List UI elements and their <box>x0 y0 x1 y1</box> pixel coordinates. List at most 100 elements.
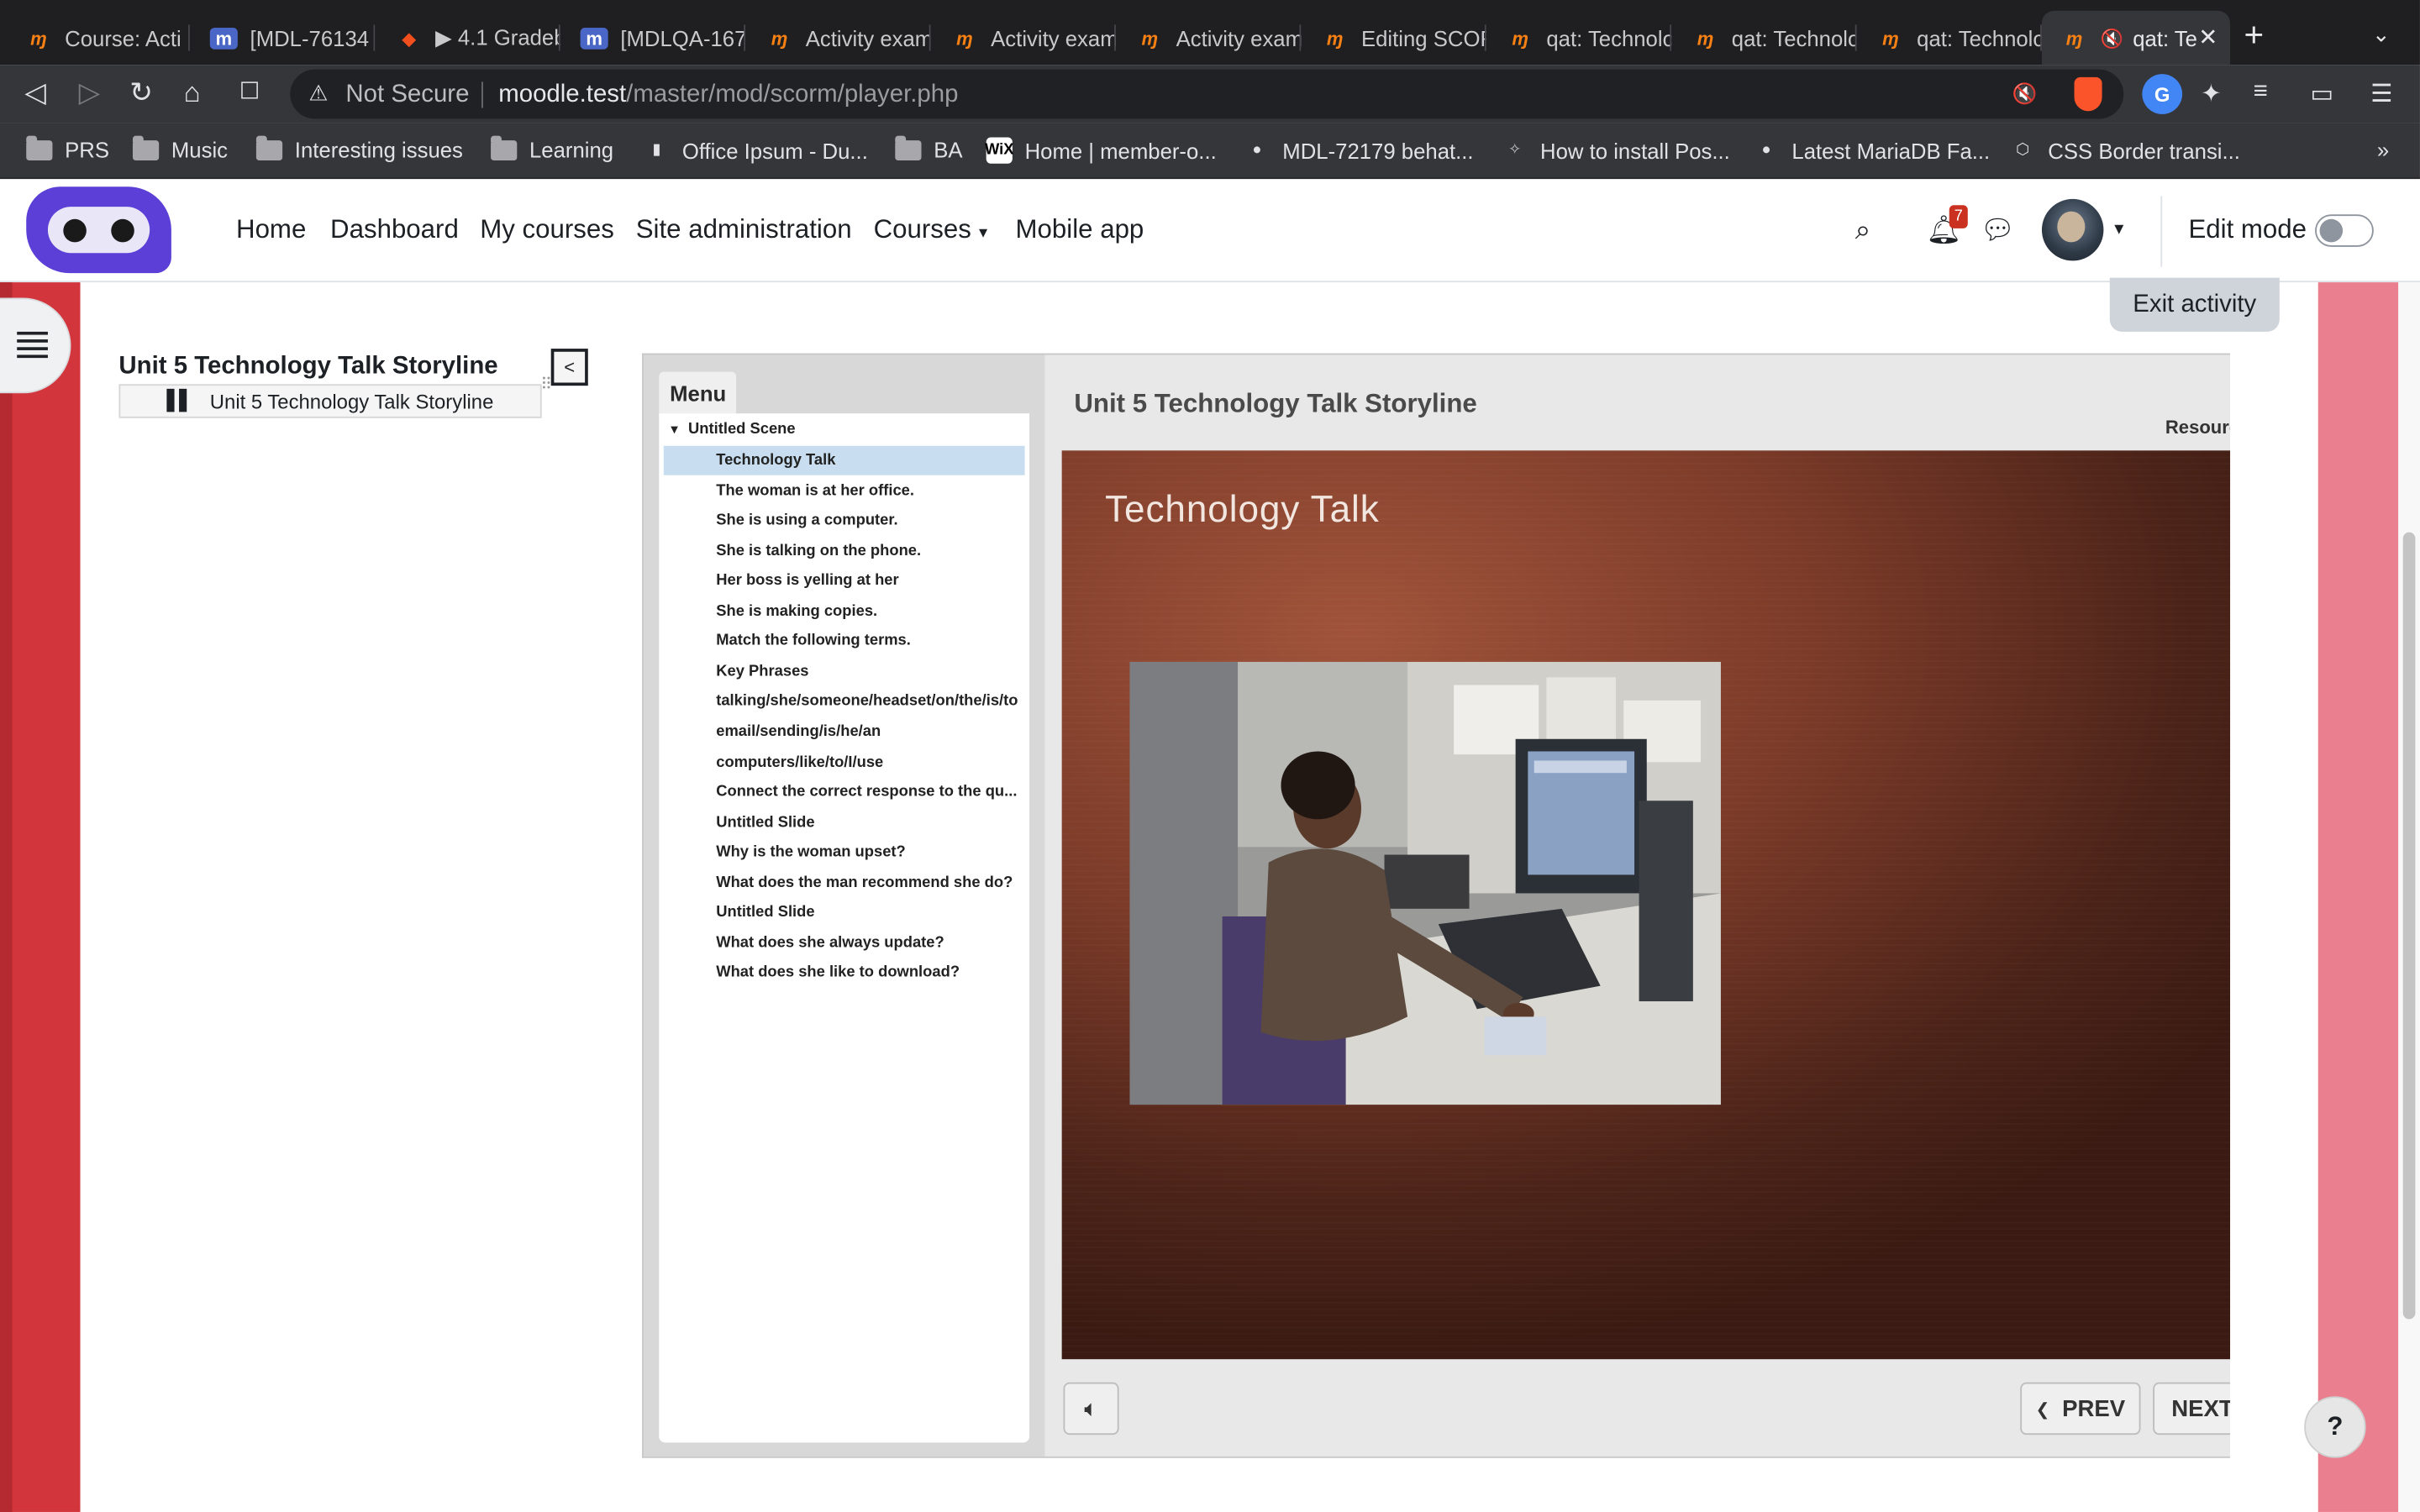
address-bar[interactable]: ⚠ Not Secure moodle.test/master/mod/scor… <box>290 69 2124 119</box>
search-icon[interactable]: ⌕ <box>1855 214 1871 247</box>
close-tab-icon[interactable]: ✕ <box>2198 24 2217 50</box>
browser-tab[interactable]: m [MDLQA-167 <box>562 11 746 65</box>
security-label[interactable]: Not Secure <box>345 81 469 109</box>
toc-collapse-button[interactable]: < <box>550 349 588 386</box>
slide-menu-item[interactable]: The woman is at her office. <box>664 476 1025 506</box>
bookmark-item[interactable]: ▮ Office Ipsum - Du... <box>644 137 867 163</box>
office-icon: ▮ <box>652 141 661 160</box>
tab-separator <box>373 24 376 51</box>
tab-search-chevron-icon[interactable]: ⌄ <box>2372 22 2391 48</box>
slide-menu-item[interactable]: Untitled Slide <box>664 898 1025 927</box>
bookmark-item[interactable]: ● Latest MariaDB Fa... <box>1753 137 1991 163</box>
browser-tab[interactable]: m [MDL-76134 <box>192 11 376 65</box>
scene-header[interactable]: ▼ Untitled Scene <box>668 421 795 438</box>
browser-tab[interactable]: ɱ Course: Acti <box>6 11 190 65</box>
bookmark-item[interactable]: ✧ How to install Pos... <box>1502 137 1730 163</box>
slide-menu-item[interactable]: Connect the correct response to the qu..… <box>664 778 1025 807</box>
nav-my-courses[interactable]: My courses <box>480 214 614 245</box>
browser-tab[interactable]: ɱ qat: Technolo <box>1858 11 2042 65</box>
browser-tab-label: Course: Acti <box>65 25 182 50</box>
slide-menu-item[interactable]: What does she always update? <box>664 928 1025 958</box>
chevron-left-icon: ❮ <box>2035 1399 2050 1419</box>
slide-menu-item[interactable]: talking/she/someone/headset/on/the/is/to <box>664 687 1025 717</box>
nav-site-administration[interactable]: Site administration <box>636 214 852 245</box>
browser-tab[interactable]: ɱ 🔇 qat: Te ✕ <box>2041 10 2231 66</box>
address-divider <box>481 81 483 108</box>
slide-menu-item[interactable]: Untitled Slide <box>664 808 1025 837</box>
toc-item[interactable]: Unit 5 Technology Talk Storyline <box>118 384 542 418</box>
site-logo[interactable] <box>26 186 171 274</box>
forward-icon[interactable]: ▷ <box>79 77 100 108</box>
tab-separator <box>744 24 746 51</box>
site-muted-icon[interactable]: 🔇 <box>2012 81 2038 106</box>
tracker-favicon-icon: m <box>580 27 608 49</box>
google-translate-icon[interactable]: G <box>2142 74 2183 114</box>
resize-grip-icon[interactable] <box>542 375 551 390</box>
wallet-icon[interactable]: ▭ <box>2311 79 2334 110</box>
browser-tab[interactable]: ◆ ▶ 4.1 Gradeb <box>376 11 560 65</box>
brave-shield-icon[interactable] <box>2074 76 2102 112</box>
help-button[interactable]: ? <box>2304 1396 2366 1458</box>
slide-menu-item[interactable]: Why is the woman upset? <box>664 838 1025 868</box>
browser-tab[interactable]: ɱ qat: Technolo <box>1673 11 1857 65</box>
messages-icon[interactable]: 💬︎ <box>1980 214 2015 247</box>
slide-menu-item[interactable]: Match the following terms. <box>664 627 1025 656</box>
browser-tab[interactable]: ɱ Activity exam <box>1118 11 1302 65</box>
nav-dashboard[interactable]: Dashboard <box>330 214 459 245</box>
office-photo <box>1129 661 1721 1105</box>
slide-menu-item[interactable]: She is using a computer. <box>664 507 1025 536</box>
slide-canvas[interactable]: Technology Talk <box>1061 450 2231 1360</box>
next-button[interactable]: NEXT <box>2153 1382 2231 1436</box>
prev-button[interactable]: ❮ PREV <box>2020 1382 2141 1436</box>
nav-courses[interactable]: Courses ▾ <box>874 214 988 245</box>
slide-menu-item[interactable]: She is talking on the phone. <box>664 537 1025 566</box>
list-icon <box>17 331 48 359</box>
moodle-favicon-icon: ɱ <box>30 27 47 49</box>
bookmark-item[interactable]: Interesting issues <box>255 134 463 162</box>
media-controls-icon[interactable]: ≡ <box>2254 79 2268 107</box>
bookmark-item[interactable]: WiX Home | member-o... <box>985 137 1217 164</box>
slide-menu-item[interactable]: Key Phrases <box>664 657 1025 686</box>
back-icon[interactable]: ◁ <box>24 77 45 108</box>
new-tab-button[interactable]: + <box>2244 18 2265 52</box>
menu-icon[interactable]: ☰ <box>2370 79 2392 110</box>
bookmark-item[interactable]: Music <box>132 134 228 162</box>
tab-muted-icon[interactable]: 🔇 <box>2101 27 2123 49</box>
bookmark-item[interactable]: ⬡ CSS Border transi... <box>2009 137 2240 163</box>
slide-menu-item[interactable]: computers/like/to/I/use <box>664 748 1025 777</box>
bookmark-icon[interactable]: ☐ <box>239 77 260 108</box>
edit-mode-toggle[interactable] <box>2315 214 2374 247</box>
slide-menu-item[interactable]: email/sending/is/he/an <box>664 717 1025 747</box>
slide-menu-item[interactable]: What does she like to download? <box>664 958 1025 988</box>
browser-tab[interactable]: ɱ Activity exam <box>747 11 931 65</box>
bookmarks-bar: ⬡ CSS Border transi... ● Latest MariaDB Fa.… <box>0 123 2420 180</box>
reload-icon[interactable]: ↻ <box>129 77 153 108</box>
bookmarks-overflow-icon[interactable]: » <box>2377 137 2389 161</box>
resources-button[interactable]: Resources <box>2165 417 2230 438</box>
browser-tab[interactable]: ɱ Editing SCOR <box>1302 11 1486 65</box>
extensions-icon[interactable]: ✦ <box>2201 79 2222 110</box>
bookmark-item[interactable]: BA <box>895 134 963 162</box>
nav-home[interactable]: Home <box>236 214 306 245</box>
bookmark-item[interactable]: PRS <box>26 134 109 162</box>
bookmark-label: Learning <box>529 137 614 162</box>
home-icon[interactable]: ⌂ <box>184 77 201 108</box>
browser-tab[interactable]: ɱ qat: Technolo <box>1488 11 1672 65</box>
slide-menu-item[interactable]: Technology Talk <box>663 445 1025 475</box>
app-root: ɱ Course: Acti m [MDL-76134 ◆ ▶ 4.1 Gradeb m [M… <box>0 0 2420 1512</box>
url-text[interactable]: moodle.test/master/mod/scorm/player.php <box>498 81 958 109</box>
exit-activity-button[interactable]: Exit activity <box>2109 277 2280 332</box>
browser-tab[interactable]: ɱ Activity exam <box>932 11 1116 65</box>
menu-tab[interactable]: Menu <box>659 371 737 416</box>
user-avatar[interactable] <box>2041 198 2104 261</box>
volume-icon[interactable]: 🔈︎ <box>1063 1382 1119 1436</box>
slide-menu-item[interactable]: What does the man recommend she do? <box>664 868 1025 897</box>
bookmark-item[interactable]: ● MDL-72179 behat... <box>1244 137 1473 163</box>
user-menu-chevron-icon[interactable]: ▾ <box>2114 218 2123 239</box>
bookmark-item[interactable]: Learning <box>491 134 614 162</box>
incomplete-status-icon <box>166 388 188 412</box>
nav-mobile-app[interactable]: Mobile app <box>1016 214 1144 245</box>
slide-menu-item[interactable]: Her boss is yelling at her <box>664 566 1025 596</box>
page-scrollbar-thumb[interactable] <box>2402 532 2416 1320</box>
slide-menu-item[interactable]: She is making copies. <box>664 596 1025 626</box>
